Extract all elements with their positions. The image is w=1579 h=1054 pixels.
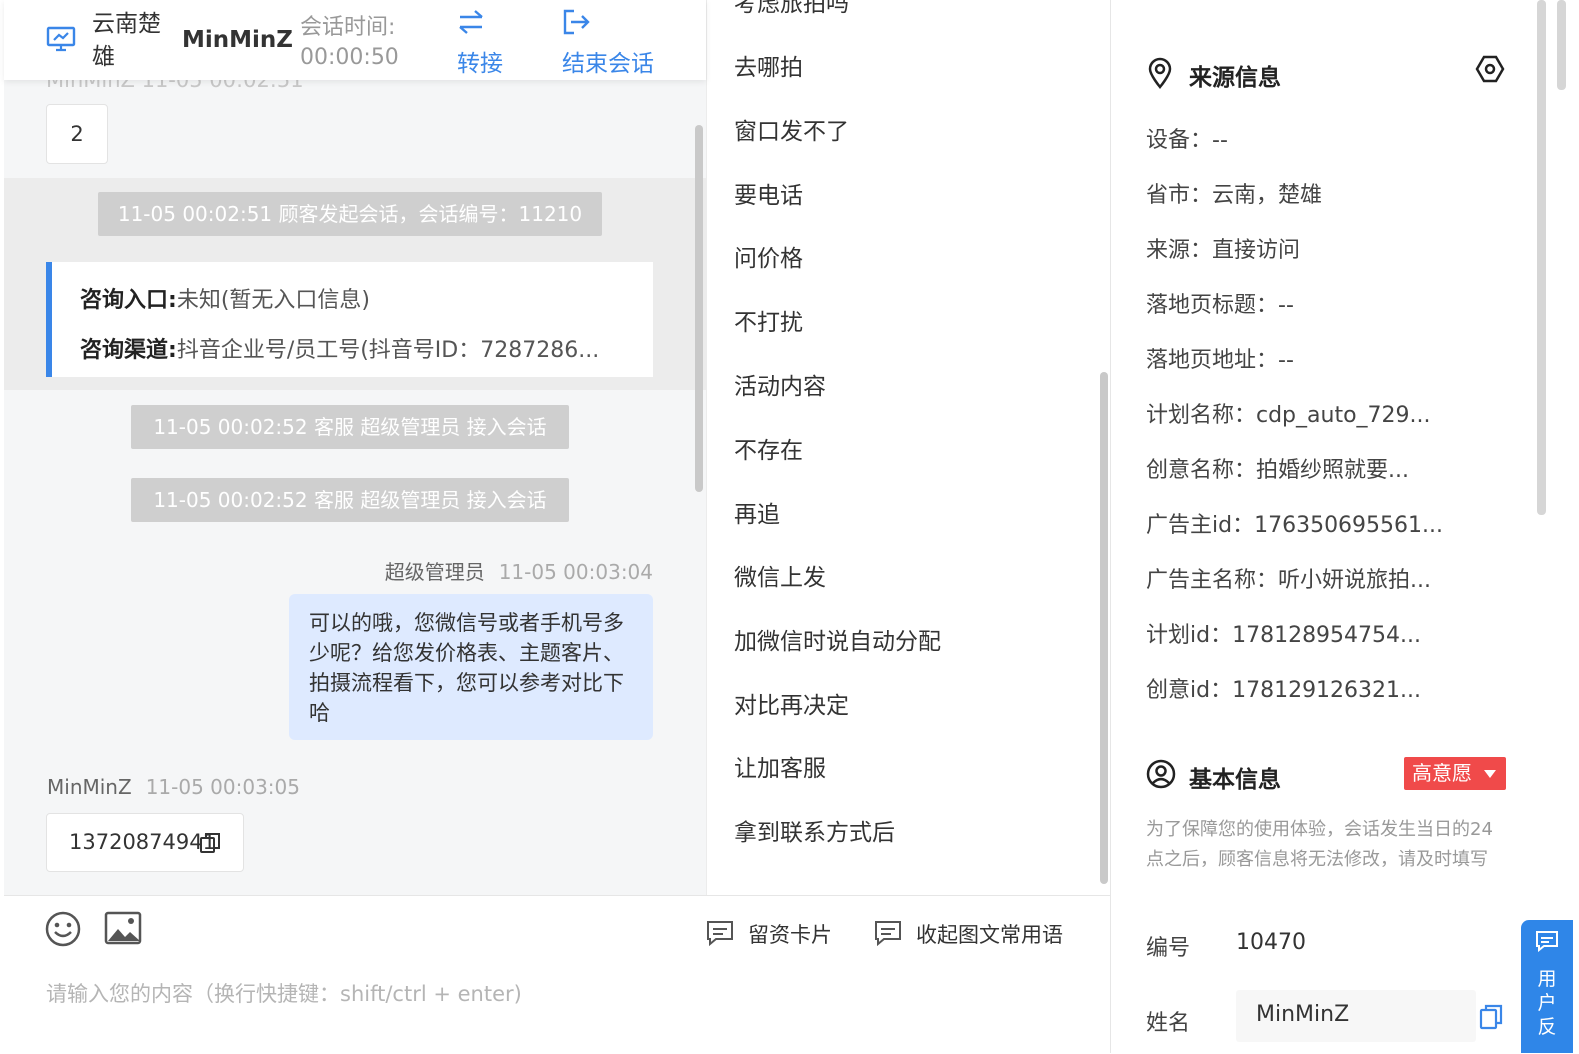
location-pin-icon	[1147, 57, 1173, 89]
quick-reply-item[interactable]: 微信上发	[734, 558, 826, 592]
customer-name-header: MinMinZ	[182, 27, 293, 53]
consult-entry-line: 咨询入口:未知(暂无入口信息)	[80, 282, 653, 314]
transfer-label: 转接	[457, 51, 503, 77]
chat-header: 云南楚雄 MinMinZ 会话时间: 00:00:50 转接 结束会话	[4, 0, 706, 80]
feedback-message-icon	[1535, 930, 1559, 952]
quick-reply-item[interactable]: 加微信时说自动分配	[734, 622, 941, 656]
intent-level-dropdown[interactable]: 高意愿	[1404, 757, 1506, 790]
consult-entry-label: 咨询入口:	[80, 288, 177, 313]
agent-message-bubble: 可以的哦，您微信号或者手机号多少呢？给您发价格表、主题客片、拍摄流程看下，您可以…	[289, 594, 653, 740]
settings-hexagon-icon[interactable]	[1475, 54, 1505, 84]
edit-deadline-notice: 为了保障您的使用体验，会话发生当日的24点之后，顾客信息将无法修改，请及时填写	[1146, 819, 1493, 870]
user-circle-icon	[1146, 759, 1176, 789]
source-plan-id: 计划id：178128954754...	[1146, 623, 1422, 648]
quick-reply-scrollbar[interactable]	[1100, 372, 1108, 884]
consult-info-card: 咨询入口:未知(暂无入口信息) 咨询渠道:抖音企业号/员工号(抖音号ID：728…	[46, 262, 653, 377]
copy-icon[interactable]	[1479, 1004, 1503, 1030]
customer-sender-line: MinMinZ 11-05 00:03:05	[47, 775, 300, 799]
message-input[interactable]: 请输入您的内容（换行快捷键：shift/ctrl + enter)	[46, 978, 522, 1008]
caret-down-icon	[1484, 770, 1496, 778]
feedback-tab-char: 用	[1537, 968, 1557, 990]
customer-region: 云南楚雄	[92, 11, 161, 70]
quick-reply-item[interactable]: 活动内容	[734, 367, 826, 401]
source-landing-title: 落地页标题：--	[1146, 293, 1294, 318]
customer-name-label: 姓名	[1146, 1011, 1191, 1036]
collapse-phrases-label: 收起图文常用语	[916, 923, 1063, 947]
monitor-icon	[46, 25, 76, 53]
consult-entry-value: 未知(暂无入口信息)	[176, 288, 370, 313]
system-message-session-start: 11-05 00:02:51 顾客发起会话，会话编号：11210	[98, 192, 602, 236]
system-message-join-1: 11-05 00:02:52 客服 超级管理员 接入会话	[131, 405, 569, 449]
customer-id-label: 编号	[1146, 936, 1191, 961]
chat-scrollbar[interactable]	[695, 125, 703, 492]
source-landing-url: 落地页地址：--	[1146, 348, 1294, 373]
quick-reply-item[interactable]: 窗口发不了	[734, 112, 849, 146]
quick-reply-item[interactable]: 拿到联系方式后	[734, 813, 895, 847]
session-time-label: 会话时间:	[300, 15, 396, 40]
end-session-label: 结束会话	[562, 51, 654, 77]
quick-reply-item[interactable]: 要电话	[734, 176, 803, 210]
session-time-value: 00:00:50	[300, 45, 399, 70]
quick-reply-item[interactable]: 对比再决定	[734, 686, 849, 720]
customer-message-time: 11-05 00:03:05	[145, 775, 300, 799]
quick-reply-item[interactable]: 去哪拍	[734, 48, 803, 82]
copy-icon[interactable]	[199, 832, 221, 854]
basic-info-title: 基本信息	[1189, 767, 1281, 793]
info-panel-scrollbar[interactable]	[1537, 0, 1546, 515]
quick-reply-item[interactable]: 考虑旅拍吗	[734, 0, 849, 18]
agent-name: 超级管理员	[384, 560, 485, 584]
customer-phone-bubble: 13720874941	[46, 813, 244, 872]
customer-id-value: 10470	[1236, 930, 1306, 955]
feedback-tab-char: 反	[1537, 1016, 1557, 1038]
system-message-join-2: 11-05 00:02:52 客服 超级管理员 接入会话	[131, 478, 569, 522]
quick-reply-item[interactable]: 不存在	[734, 431, 803, 465]
source-creative-name: 创意名称：拍婚纱照就要...	[1146, 458, 1409, 483]
source-advertiser-name: 广告主名称：听小妍说旅拍...	[1146, 568, 1431, 593]
source-creative-id: 创意id：178129126321...	[1146, 678, 1422, 703]
transfer-button[interactable]: 转接	[455, 6, 515, 77]
lead-card-label: 留资卡片	[748, 923, 832, 947]
logout-icon	[562, 9, 590, 35]
source-info-title: 来源信息	[1189, 65, 1281, 91]
customer-message-bubble: 2	[46, 104, 108, 164]
message-icon	[706, 920, 734, 946]
customer-name-field[interactable]: MinMinZ	[1236, 990, 1476, 1042]
quick-reply-item[interactable]: 让加客服	[734, 749, 826, 783]
source-channel: 来源：直接访问	[1146, 238, 1301, 263]
agent-sender-line: 超级管理员 11-05 00:03:04	[385, 556, 653, 585]
consult-channel-line: 咨询渠道:抖音企业号/员工号(抖音号ID：7287286...	[80, 332, 653, 364]
intent-level-label: 高意愿	[1412, 761, 1472, 785]
consult-channel-label: 咨询渠道:	[80, 338, 177, 363]
source-province-city: 省市：云南，楚雄	[1146, 183, 1323, 208]
image-icon[interactable]	[104, 911, 142, 945]
feedback-tab-char: 户	[1537, 992, 1557, 1014]
user-feedback-tab[interactable]: 用 户 反	[1521, 920, 1573, 1053]
agent-message-time: 11-05 00:03:04	[498, 560, 653, 584]
customer-phone-text: 13720874941	[69, 830, 216, 854]
end-session-button[interactable]: 结束会话	[560, 6, 670, 77]
page-scrollbar[interactable]	[1557, 0, 1566, 90]
emoji-icon[interactable]	[44, 910, 82, 948]
source-plan-name: 计划名称：cdp_auto_729...	[1146, 403, 1431, 428]
transfer-icon	[457, 10, 485, 34]
source-advertiser-id: 广告主id：176350695561...	[1146, 513, 1444, 538]
quick-reply-item[interactable]: 不打扰	[734, 303, 803, 337]
quick-reply-item[interactable]: 问价格	[734, 239, 803, 273]
message-icon	[874, 920, 902, 946]
consult-channel-value: 抖音企业号/员工号(抖音号ID：7287286...	[176, 338, 600, 363]
customer-name: MinMinZ	[47, 775, 132, 799]
source-device: 设备：--	[1146, 128, 1228, 153]
quick-reply-item[interactable]: 再追	[734, 495, 780, 529]
